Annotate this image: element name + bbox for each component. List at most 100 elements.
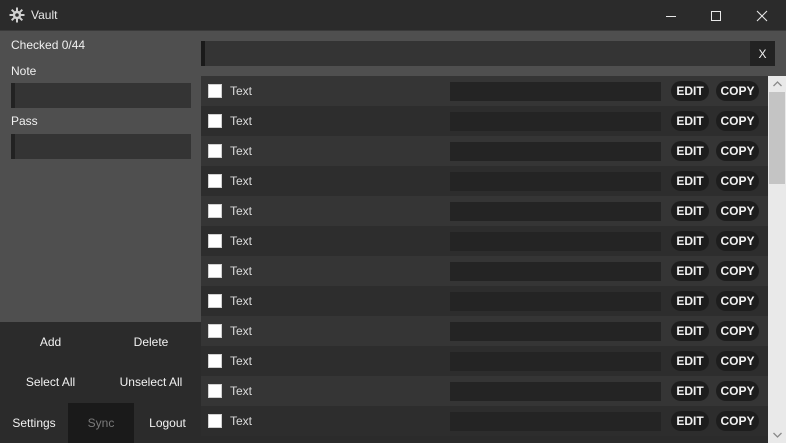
note-input[interactable] xyxy=(11,83,191,108)
item-checkbox[interactable] xyxy=(208,144,222,158)
copy-button[interactable]: COPY xyxy=(716,141,759,161)
item-value xyxy=(450,112,661,131)
item-value xyxy=(450,352,661,371)
item-label: Text xyxy=(230,234,253,248)
settings-button[interactable]: Settings xyxy=(0,403,68,443)
copy-button[interactable]: COPY xyxy=(716,201,759,221)
item-value xyxy=(450,262,661,281)
item-value xyxy=(450,172,661,191)
item-checkbox[interactable] xyxy=(208,204,222,218)
scroll-thumb[interactable] xyxy=(769,92,785,184)
item-checkbox[interactable] xyxy=(208,294,222,308)
item-value xyxy=(450,232,661,251)
list-item: Text EDIT COPY xyxy=(201,166,768,196)
edit-button[interactable]: EDIT xyxy=(671,141,709,161)
copy-button[interactable]: COPY xyxy=(716,111,759,131)
item-label: Text xyxy=(230,294,253,308)
list-item: Text EDIT COPY xyxy=(201,196,768,226)
entry-list: Text EDIT COPY Text EDIT COPY Text EDIT COPY Text… xyxy=(201,76,768,443)
item-label: Text xyxy=(230,264,253,278)
item-value xyxy=(450,82,661,101)
edit-button[interactable]: EDIT xyxy=(671,351,709,371)
chevron-up-icon xyxy=(772,81,782,87)
scrollbar[interactable] xyxy=(768,76,786,443)
item-checkbox[interactable] xyxy=(208,174,222,188)
copy-button[interactable]: COPY xyxy=(716,381,759,401)
edit-button[interactable]: EDIT xyxy=(671,111,709,131)
item-value xyxy=(450,382,661,401)
copy-button[interactable]: COPY xyxy=(716,291,759,311)
item-value xyxy=(450,202,661,221)
edit-button[interactable]: EDIT xyxy=(671,171,709,191)
item-checkbox[interactable] xyxy=(208,384,222,398)
sidebar-actions: Add Delete Select All Unselect All Setti… xyxy=(0,322,201,443)
copy-button[interactable]: COPY xyxy=(716,231,759,251)
list-item: Text EDIT COPY xyxy=(201,226,768,256)
copy-button[interactable]: COPY xyxy=(716,351,759,371)
scroll-down-button[interactable] xyxy=(768,427,786,443)
item-checkbox[interactable] xyxy=(208,84,222,98)
list-item: Text EDIT COPY xyxy=(201,76,768,106)
clear-search-button[interactable]: X xyxy=(750,41,775,66)
item-checkbox[interactable] xyxy=(208,234,222,248)
copy-button[interactable]: COPY xyxy=(716,81,759,101)
item-label: Text xyxy=(230,144,253,158)
item-checkbox[interactable] xyxy=(208,114,222,128)
pass-label: Pass xyxy=(11,114,38,128)
copy-button[interactable]: COPY xyxy=(716,321,759,341)
list-item: Text EDIT COPY xyxy=(201,376,768,406)
edit-button[interactable]: EDIT xyxy=(671,201,709,221)
window-title: Vault xyxy=(31,8,58,22)
item-value xyxy=(450,142,661,161)
sync-button[interactable]: Sync xyxy=(68,403,134,443)
item-label: Text xyxy=(230,84,253,98)
add-button[interactable]: Add xyxy=(0,322,101,362)
item-label: Text xyxy=(230,114,253,128)
item-label: Text xyxy=(230,324,253,338)
select-all-button[interactable]: Select All xyxy=(0,362,101,402)
checked-count: Checked 0/44 xyxy=(11,38,86,52)
title-bar: Vault xyxy=(0,0,786,31)
minimize-icon xyxy=(666,15,676,17)
sidebar: Checked 0/44 Note Pass xyxy=(0,31,201,322)
edit-button[interactable]: EDIT xyxy=(671,321,709,341)
close-button[interactable] xyxy=(739,0,785,31)
copy-button[interactable]: COPY xyxy=(716,261,759,281)
item-checkbox[interactable] xyxy=(208,354,222,368)
note-label: Note xyxy=(11,64,37,78)
search-input[interactable] xyxy=(201,41,750,66)
list-item: Text EDIT COPY xyxy=(201,346,768,376)
copy-button[interactable]: COPY xyxy=(716,411,759,431)
item-value xyxy=(450,322,661,341)
edit-button[interactable]: EDIT xyxy=(671,81,709,101)
list-item: Text EDIT COPY xyxy=(201,406,768,436)
maximize-icon xyxy=(711,10,721,21)
edit-button[interactable]: EDIT xyxy=(671,261,709,281)
gear-icon xyxy=(9,7,25,23)
item-checkbox[interactable] xyxy=(208,324,222,338)
search-bar: X xyxy=(201,31,786,76)
delete-button[interactable]: Delete xyxy=(101,322,201,362)
maximize-button[interactable] xyxy=(693,0,739,31)
copy-button[interactable]: COPY xyxy=(716,171,759,191)
item-value xyxy=(450,292,661,311)
list-item: Text EDIT COPY xyxy=(201,256,768,286)
pass-input[interactable] xyxy=(11,134,191,159)
item-checkbox[interactable] xyxy=(208,264,222,278)
item-checkbox[interactable] xyxy=(208,414,222,428)
list-item: Text EDIT COPY xyxy=(201,106,768,136)
edit-button[interactable]: EDIT xyxy=(671,381,709,401)
edit-button[interactable]: EDIT xyxy=(671,231,709,251)
unselect-all-button[interactable]: Unselect All xyxy=(101,362,201,402)
minimize-button[interactable] xyxy=(648,0,694,31)
list-item: Text EDIT COPY xyxy=(201,136,768,166)
edit-button[interactable]: EDIT xyxy=(671,291,709,311)
logout-button[interactable]: Logout xyxy=(134,403,201,443)
list-item: Text EDIT COPY xyxy=(201,286,768,316)
scroll-up-button[interactable] xyxy=(768,76,786,92)
item-label: Text xyxy=(230,414,253,428)
item-label: Text xyxy=(230,384,253,398)
close-icon xyxy=(756,10,768,21)
list-item: Text EDIT COPY xyxy=(201,316,768,346)
edit-button[interactable]: EDIT xyxy=(671,411,709,431)
